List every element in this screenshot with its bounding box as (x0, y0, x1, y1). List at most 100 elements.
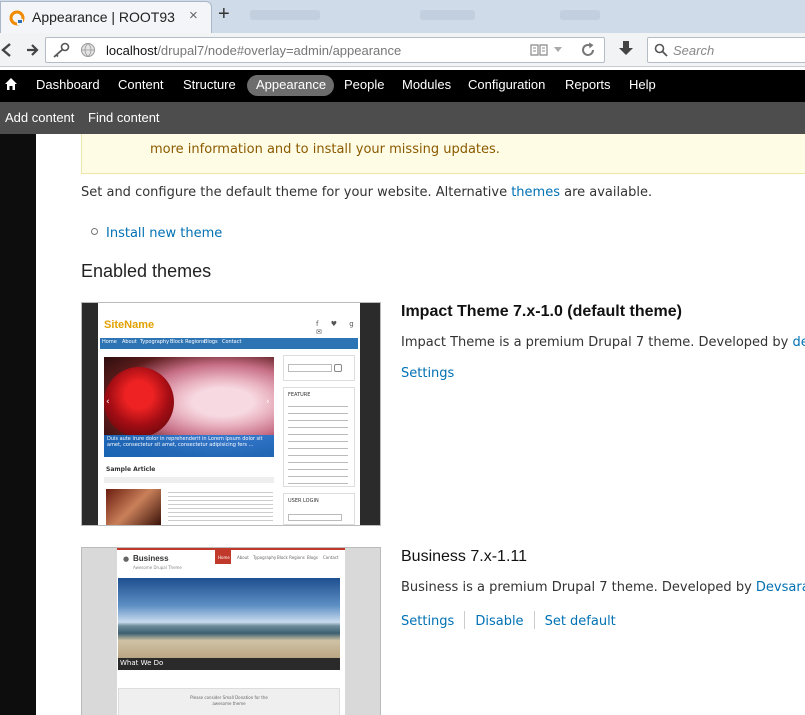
preview-article-title: Sample Article (106, 466, 156, 473)
background-tab (420, 10, 475, 20)
browser-tab-active[interactable]: Appearance | ROOT93 × (0, 1, 212, 33)
preview-slideshow: ‹ › Duis aute irure dolor in reprehender… (104, 357, 274, 457)
tab-close-icon[interactable]: × (189, 7, 198, 24)
impact-settings-link[interactable]: Settings (401, 366, 454, 381)
impact-theme-description: Impact Theme is a premium Drupal 7 theme… (401, 335, 805, 350)
toolbar-item-appearance[interactable]: Appearance (256, 77, 326, 92)
search-placeholder: Search (673, 43, 715, 58)
preview-feature-list (288, 402, 348, 484)
toolbar-item-people[interactable]: People (344, 77, 384, 92)
preview-donation-text: Please consider Small Donation for the a… (190, 695, 268, 706)
dropdown-icon[interactable] (553, 46, 563, 54)
preview-caption-bar: What We Do (118, 658, 340, 670)
install-theme-item: Install new theme (91, 226, 222, 241)
toolbar-item-reports[interactable]: Reports (565, 77, 611, 92)
preview-nav-item: Blogs (307, 555, 318, 560)
background-tab (250, 10, 320, 20)
preview-site-name: Business (133, 554, 169, 563)
preview-feature-block: FEATURE (283, 387, 355, 487)
toolbar-item-dashboard[interactable]: Dashboard (36, 77, 100, 92)
business-settings-link[interactable]: Settings (401, 614, 454, 629)
background-tab (560, 10, 600, 20)
reload-icon[interactable] (580, 42, 596, 58)
business-developer-link[interactable]: Devsaran. (756, 580, 805, 595)
back-icon[interactable] (0, 41, 16, 59)
impact-theme-name: Impact Theme 7.x-1.0 (default theme) (401, 303, 682, 320)
identity-key-icon[interactable] (52, 42, 70, 58)
business-theme-screenshot: ● Business Awesome Drupal Theme Home Abo… (81, 547, 381, 715)
business-theme-links: Settings Disable Set default (401, 611, 616, 629)
preview-caption: Duis aute irure dolor in reprehenderit i… (104, 435, 274, 457)
preview-nav-item: Contact (323, 555, 339, 560)
preview-social-icons: f ♥ g ✉ (316, 320, 359, 336)
shortcut-find-content[interactable]: Find content (88, 110, 160, 125)
preview-nav-item: Block Regions (170, 339, 205, 345)
bullet-icon (91, 228, 98, 235)
forward-icon[interactable] (24, 41, 40, 59)
toolbar-item-help[interactable]: Help (629, 77, 656, 92)
shortcut-add-content[interactable]: Add content (5, 110, 74, 125)
url-path: /drupal7/node#overlay=admin/appearance (157, 43, 402, 58)
business-set-default-link[interactable]: Set default (545, 614, 616, 629)
preview-nav-item: Contact (222, 339, 242, 345)
preview-tagline: Awesome Drupal Theme (133, 565, 182, 570)
preview-article-image (106, 489, 161, 525)
shortcut-bar: Add content Find content (0, 102, 805, 134)
new-tab-icon[interactable]: + (218, 3, 230, 26)
preview-feature-title: FEATURE (288, 392, 311, 398)
globe-icon (81, 43, 95, 58)
overlay-backdrop (0, 134, 36, 715)
preview-nav-item: Typography (140, 339, 170, 345)
preview-article-text (168, 489, 273, 523)
toolbar-item-modules[interactable]: Modules (402, 77, 451, 92)
search-icon (654, 43, 668, 57)
preview-nav-item: Block Regions (277, 555, 305, 560)
preview-nav-item: Typography (253, 555, 277, 560)
intro-text: Set and configure the default theme for … (81, 185, 652, 200)
home-icon[interactable] (4, 77, 18, 91)
overlay-content: more information and to install your mis… (36, 134, 805, 715)
intro-after: are available. (559, 185, 653, 200)
preview-meta-bar (104, 477, 274, 483)
install-new-theme-link[interactable]: Install new theme (106, 226, 222, 241)
preview-nav: Home About Typography Block Regions Blog… (100, 338, 358, 349)
admin-toolbar: Dashboard Content Structure Appearance P… (0, 70, 805, 102)
preview-red-rose (104, 367, 174, 437)
update-warning: more information and to install your mis… (81, 134, 805, 174)
toolbar-item-configuration[interactable]: Configuration (468, 77, 545, 92)
link-separator (464, 611, 466, 629)
preview-top-border (117, 548, 345, 550)
browser-nav-bar: localhost/drupal7/node#overlay=admin/app… (0, 33, 805, 67)
url-text: localhost/drupal7/node#overlay=admin/app… (106, 43, 401, 58)
preview-nav-item: Blogs (204, 339, 218, 345)
preview-search-button (334, 364, 342, 372)
url-host: localhost (106, 43, 158, 58)
preview-nav-item: Home (102, 339, 117, 345)
section-title: Enabled themes (81, 261, 212, 281)
business-disable-link[interactable]: Disable (475, 614, 523, 629)
toolbar-item-content[interactable]: Content (118, 77, 164, 92)
reader-icon[interactable] (530, 43, 548, 57)
preview-page: ● Business Awesome Drupal Theme Home Abo… (117, 548, 345, 715)
preview-site-name: SiteName (104, 319, 155, 331)
preview-login-title: USER LOGIN (288, 498, 319, 504)
search-input[interactable]: Search (647, 37, 805, 63)
favicon-icon (9, 10, 25, 26)
toolbar-item-structure[interactable]: Structure (183, 77, 236, 92)
impact-theme-links: Settings (401, 366, 454, 381)
preview-search-block (283, 355, 355, 381)
preview-search-field (288, 364, 332, 372)
impact-theme-screenshot: SiteName f ♥ g ✉ Home About Typography B… (81, 302, 381, 526)
tab-title: Appearance | ROOT93 (32, 9, 175, 25)
impact-desc-text: Impact Theme is a premium Drupal 7 theme… (401, 335, 793, 350)
download-icon[interactable] (618, 40, 634, 58)
slide-prev-icon: ‹ (106, 397, 110, 407)
preview-nav-item: About (237, 555, 249, 560)
business-desc-text: Business is a premium Drupal 7 theme. De… (401, 580, 756, 595)
url-bar[interactable]: localhost/drupal7/node#overlay=admin/app… (45, 37, 605, 63)
themes-link[interactable]: themes (511, 185, 560, 200)
impact-developer-link[interactable]: devs (793, 335, 805, 350)
link-separator (533, 611, 535, 629)
slide-next-icon: › (266, 397, 270, 407)
preview-nav-item: Home (218, 555, 230, 560)
